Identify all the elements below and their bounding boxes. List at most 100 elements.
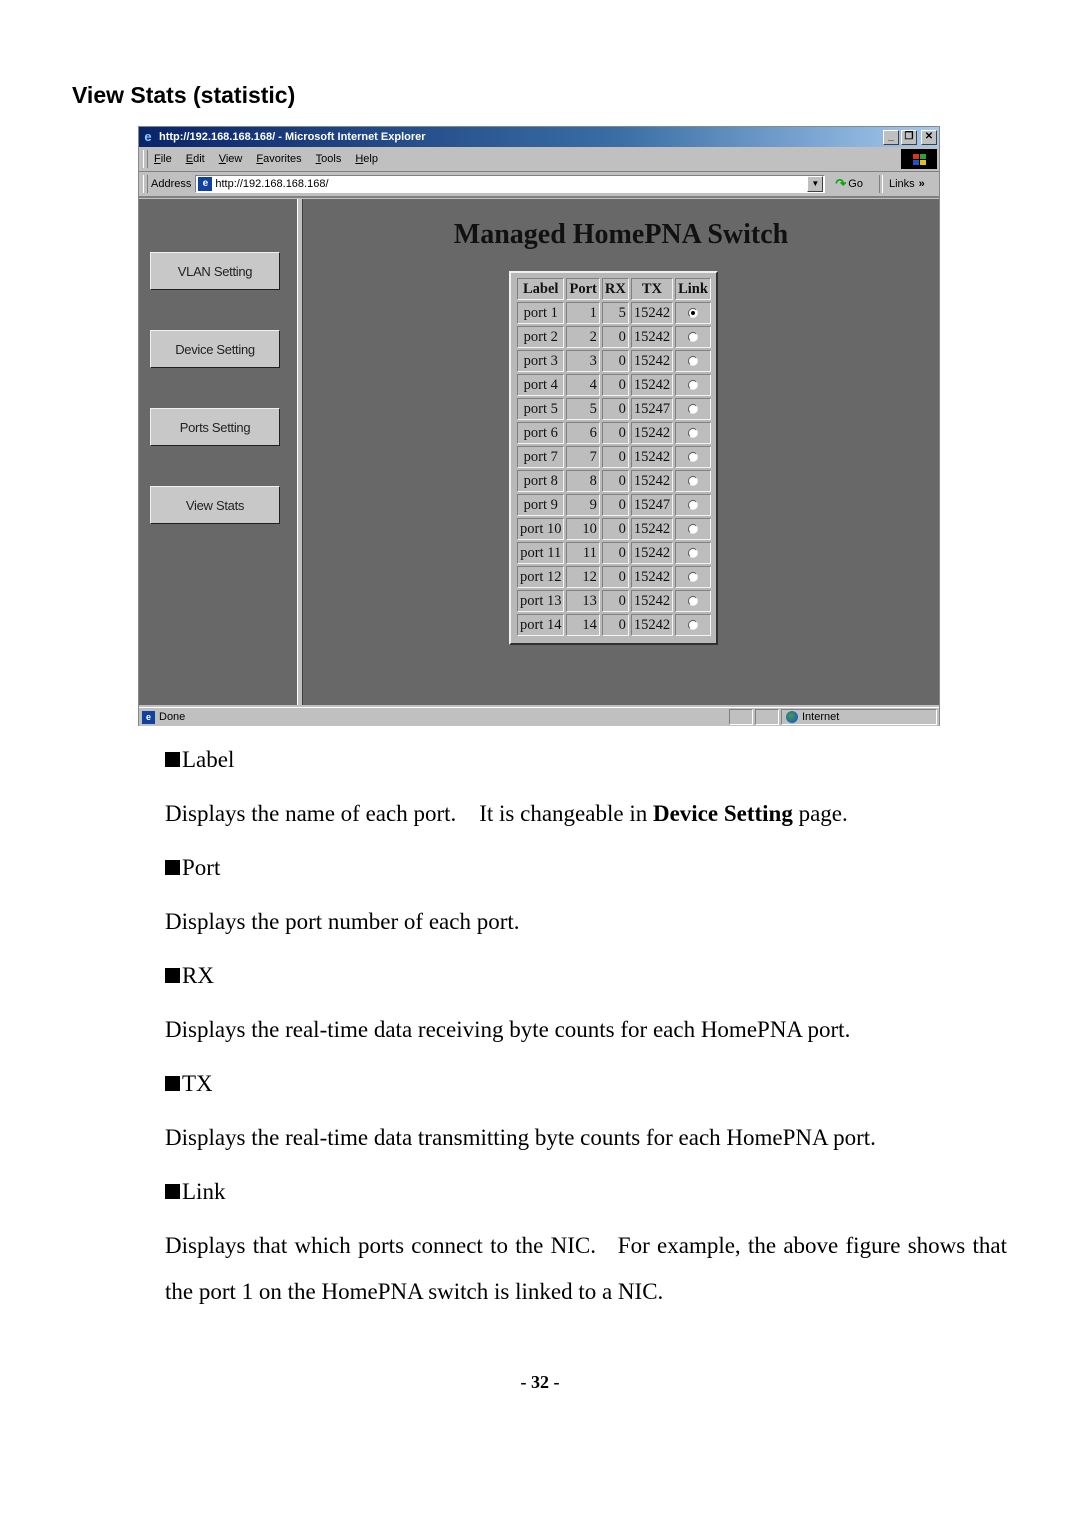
cell-tx: 15242 xyxy=(630,374,674,396)
menu-tools[interactable]: Tools xyxy=(316,153,342,165)
link-radio[interactable] xyxy=(687,332,698,343)
link-radio[interactable] xyxy=(687,548,698,559)
menu-help[interactable]: Help xyxy=(355,153,378,165)
doc-heading-rx: RX xyxy=(165,962,1010,990)
address-input[interactable]: e http://192.168.168.168/ ▼ xyxy=(195,175,826,193)
restore-button[interactable]: ❐ xyxy=(901,129,917,145)
link-radio[interactable] xyxy=(687,404,698,415)
close-button[interactable]: ✕ xyxy=(921,129,937,145)
address-value[interactable]: http://192.168.168.168/ xyxy=(215,178,807,190)
link-radio[interactable] xyxy=(687,476,698,487)
bullet-square-icon xyxy=(165,968,180,983)
link-radio[interactable] xyxy=(687,524,698,535)
main-frame: Managed HomePNA Switch Label Port RX TX … xyxy=(303,199,939,705)
link-radio[interactable] xyxy=(687,356,698,367)
cell-rx: 0 xyxy=(601,422,629,444)
doc-heading-tx: TX xyxy=(165,1070,1010,1098)
menu-edit[interactable]: Edit xyxy=(186,153,205,165)
cell-port: 1 xyxy=(566,302,600,324)
cell-label: port 4 xyxy=(517,374,565,396)
cell-tx: 15242 xyxy=(630,470,674,492)
link-radio[interactable] xyxy=(687,452,698,463)
address-dropdown-icon[interactable]: ▼ xyxy=(807,176,824,192)
cell-tx: 15242 xyxy=(630,566,674,588)
doc-body-rx: Displays the real-time data receiving by… xyxy=(165,1017,851,1042)
heading-text: TX xyxy=(182,1071,213,1096)
cell-port: 2 xyxy=(566,326,600,348)
cell-tx: 15242 xyxy=(630,542,674,564)
minimize-button[interactable]: _ xyxy=(883,129,899,145)
cell-label: port 8 xyxy=(517,470,565,492)
link-radio[interactable] xyxy=(687,308,698,319)
body-text: Displays the name of each port. It is ch… xyxy=(165,801,653,826)
title-bar: e http://192.168.168.168/ - Microsoft In… xyxy=(139,127,939,147)
ports-setting-button[interactable]: Ports Setting xyxy=(150,408,280,446)
heading-text: Link xyxy=(182,1179,226,1204)
cell-port: 3 xyxy=(566,350,600,372)
chevron-right-icon[interactable]: » xyxy=(919,178,925,190)
table-row: port 11 11 0 15242 xyxy=(517,542,711,564)
cell-rx: 0 xyxy=(601,494,629,516)
cell-rx: 0 xyxy=(601,350,629,372)
cell-port: 6 xyxy=(566,422,600,444)
cell-rx: 0 xyxy=(601,326,629,348)
cell-port: 10 xyxy=(566,518,600,540)
cell-rx: 0 xyxy=(601,374,629,396)
menu-view[interactable]: View xyxy=(219,153,243,165)
go-arrow-icon: ↷ xyxy=(835,176,847,191)
link-radio[interactable] xyxy=(687,620,698,631)
view-stats-button[interactable]: View Stats xyxy=(150,486,280,524)
cell-rx: 0 xyxy=(601,590,629,612)
table-row: port 3 3 0 15242 xyxy=(517,350,711,372)
toolbar-grip[interactable] xyxy=(143,175,148,193)
links-button[interactable]: Links xyxy=(889,178,915,190)
cell-link xyxy=(675,422,711,444)
security-zone: Internet xyxy=(781,709,937,725)
link-radio[interactable] xyxy=(687,596,698,607)
bullet-square-icon xyxy=(165,752,180,767)
cell-tx: 15247 xyxy=(630,494,674,516)
link-radio[interactable] xyxy=(687,380,698,391)
menu-file[interactable]: File xyxy=(154,153,172,165)
cell-label: port 5 xyxy=(517,398,565,420)
page-number: - 32 - xyxy=(520,1372,560,1392)
cell-port: 8 xyxy=(566,470,600,492)
toolbar-grip[interactable] xyxy=(143,150,148,168)
page-icon: e xyxy=(198,177,213,191)
cell-rx: 0 xyxy=(601,614,629,636)
menu-bar: File Edit View Favorites Tools Help xyxy=(139,147,939,172)
table-row: port 4 4 0 15242 xyxy=(517,374,711,396)
table-row: port 8 8 0 15242 xyxy=(517,470,711,492)
bullet-square-icon xyxy=(165,860,180,875)
device-setting-button[interactable]: Device Setting xyxy=(150,330,280,368)
cell-rx: 0 xyxy=(601,566,629,588)
cell-link xyxy=(675,494,711,516)
link-radio[interactable] xyxy=(687,428,698,439)
go-button[interactable]: ↷ Go xyxy=(835,176,863,192)
ie-icon: e xyxy=(144,129,152,144)
vlan-setting-button[interactable]: VLAN Setting xyxy=(150,252,280,290)
toolbar-separator xyxy=(878,175,883,193)
table-row: port 5 5 0 15247 xyxy=(517,398,711,420)
cell-rx: 0 xyxy=(601,518,629,540)
cell-rx: 0 xyxy=(601,542,629,564)
doc-body-label: Displays the name of each port. It is ch… xyxy=(165,800,1010,828)
table-row: port 7 7 0 15242 xyxy=(517,446,711,468)
link-radio[interactable] xyxy=(687,500,698,511)
header-link: Link xyxy=(675,278,711,300)
cell-port: 7 xyxy=(566,446,600,468)
stats-table: Label Port RX TX Link port 1 1 5 15242 port … xyxy=(509,271,718,645)
heading-text: Label xyxy=(182,747,235,772)
table-row: port 1 1 5 15242 xyxy=(517,302,711,324)
header-port: Port xyxy=(566,278,600,300)
header-label: Label xyxy=(517,278,565,300)
cell-label: port 11 xyxy=(517,542,565,564)
address-bar: Address e http://192.168.168.168/ ▼ ↷ Go… xyxy=(139,172,939,198)
cell-label: port 12 xyxy=(517,566,565,588)
menu-favorites[interactable]: Favorites xyxy=(256,153,301,165)
cell-link xyxy=(675,302,711,324)
cell-link xyxy=(675,614,711,636)
link-radio[interactable] xyxy=(687,572,698,583)
table-row: port 10 10 0 15242 xyxy=(517,518,711,540)
cell-port: 4 xyxy=(566,374,600,396)
